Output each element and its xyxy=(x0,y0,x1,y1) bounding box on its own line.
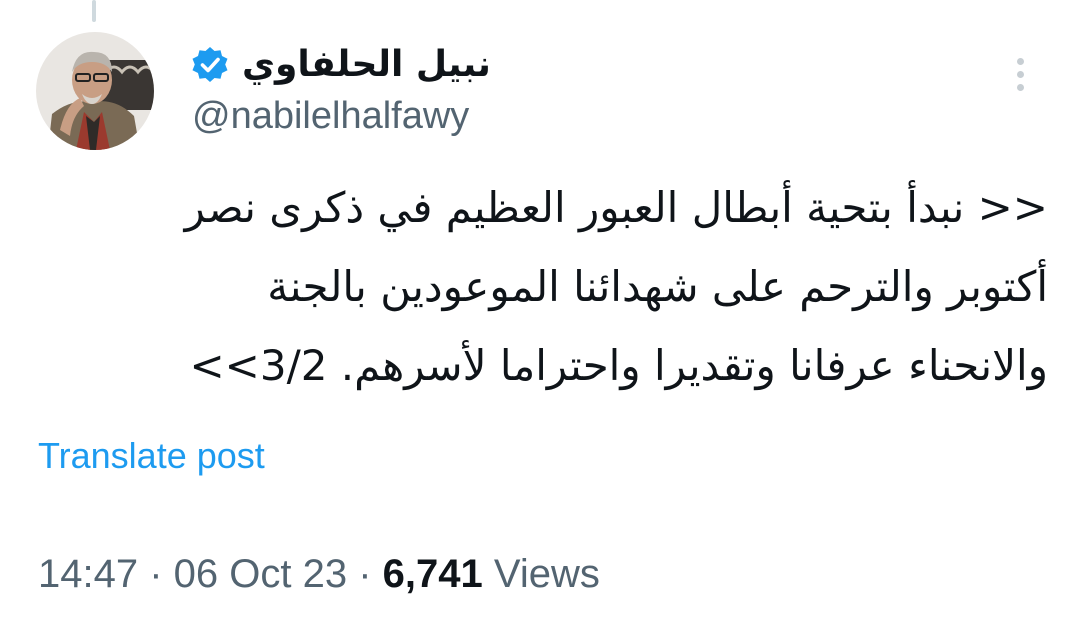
verified-badge-icon xyxy=(192,47,228,82)
translate-post-link[interactable]: Translate post xyxy=(38,432,265,480)
avatar-photo xyxy=(36,32,154,150)
tweet-date[interactable]: 06 Oct 23 xyxy=(174,552,347,596)
author-handle[interactable]: @nabilelhalfawy xyxy=(192,92,469,140)
avatar[interactable] xyxy=(36,32,154,150)
meta-separator: · xyxy=(347,552,383,596)
tweet-text: << نبدأ بتحية أبطال العبور العظيم في ذكر… xyxy=(40,168,1048,405)
more-vertical-icon xyxy=(1016,58,1024,65)
tweet-time[interactable]: 14:47 xyxy=(38,552,138,596)
author-display-name[interactable]: نبيل الحلفاوي xyxy=(242,40,491,90)
tweet-detail: نبيل الحلفاوي @nabilelhalfawy << نبدأ بت… xyxy=(0,0,1080,632)
meta-separator: · xyxy=(138,552,174,596)
tweet-text-line: والانحناء عرفانا وتقديرا واحتراما لأسرهم… xyxy=(189,341,1048,390)
views-label: Views xyxy=(482,552,600,596)
tweet-text-line: أكتوبر والترحم على شهدائنا الموعودين بال… xyxy=(267,262,1048,311)
tweet-text-line: << نبدأ بتحية أبطال العبور العظيم في ذكر… xyxy=(184,183,1048,232)
more-options-button[interactable] xyxy=(1006,58,1034,102)
views-count[interactable]: 6,741 xyxy=(383,552,483,596)
tweet-metadata: 14:47 · 06 Oct 23 · 6,741 Views xyxy=(38,548,600,600)
thread-connector-line xyxy=(92,0,96,22)
author-name-row[interactable]: نبيل الحلفاوي xyxy=(190,40,491,90)
